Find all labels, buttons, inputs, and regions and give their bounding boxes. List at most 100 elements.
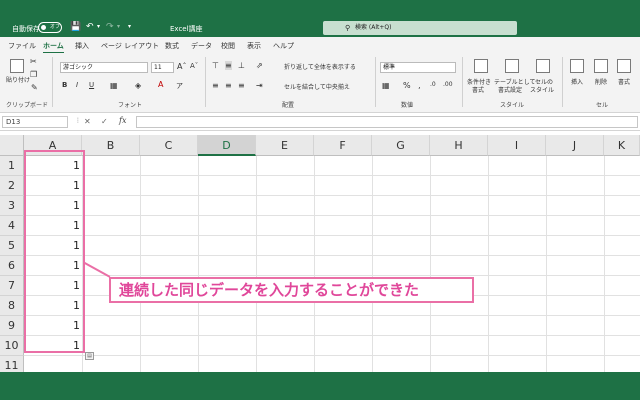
underline-icon[interactable]: U bbox=[89, 81, 94, 89]
save-icon[interactable]: 💾 bbox=[70, 21, 81, 33]
font-name-select[interactable]: 游ゴシック bbox=[60, 62, 148, 73]
column-header-g[interactable]: G bbox=[372, 135, 430, 156]
paste-icon[interactable] bbox=[10, 59, 24, 73]
grid-line bbox=[430, 156, 431, 372]
align-middle-icon[interactable]: ≡ bbox=[225, 61, 232, 70]
auto-fill-options-icon[interactable]: ▤ bbox=[85, 352, 94, 360]
align-left-icon[interactable]: ≡ bbox=[212, 81, 219, 90]
cell-styles-label-2[interactable]: スタイル bbox=[530, 85, 554, 94]
select-all-corner[interactable] bbox=[0, 135, 24, 156]
cancel-icon[interactable]: ✕ bbox=[84, 117, 91, 126]
tab-formulas[interactable]: 数式 bbox=[165, 41, 179, 51]
tab-view[interactable]: 表示 bbox=[247, 41, 261, 51]
fill-color-icon[interactable]: ◈ bbox=[135, 81, 141, 90]
format-painter-icon[interactable]: ✎ bbox=[31, 83, 38, 92]
currency-format-icon[interactable]: ▦ bbox=[382, 81, 390, 90]
increase-decimal-icon[interactable]: .0 bbox=[430, 81, 436, 88]
format-table-label-2[interactable]: 書式設定 bbox=[498, 85, 522, 94]
row-header-6[interactable]: 6 bbox=[0, 256, 24, 276]
grid-line bbox=[488, 156, 489, 372]
format-cells-icon[interactable] bbox=[617, 59, 631, 73]
row-header-7[interactable]: 7 bbox=[0, 276, 24, 296]
column-header-b[interactable]: B bbox=[82, 135, 140, 156]
name-box[interactable]: D13 bbox=[2, 116, 68, 128]
align-bottom-icon[interactable]: ⊥ bbox=[238, 61, 245, 70]
column-header-f[interactable]: F bbox=[314, 135, 372, 156]
customize-toolbar-icon[interactable]: ▾ bbox=[128, 21, 131, 33]
formula-input[interactable] bbox=[136, 116, 638, 128]
insert-cells-button[interactable]: 挿入 bbox=[571, 77, 583, 86]
decrease-font-icon[interactable]: Aˇ bbox=[190, 62, 198, 70]
column-header-k[interactable]: K bbox=[604, 135, 640, 156]
format-cells-button[interactable]: 書式 bbox=[618, 77, 630, 86]
align-top-icon[interactable]: ⊤ bbox=[212, 61, 219, 70]
orientation-icon[interactable]: ⇗ bbox=[256, 61, 263, 70]
ribbon-separator bbox=[562, 57, 563, 107]
ribbon-separator bbox=[52, 57, 53, 107]
conditional-format-icon[interactable] bbox=[474, 59, 488, 73]
cell-styles-icon[interactable] bbox=[536, 59, 550, 73]
row-header-3[interactable]: 3 bbox=[0, 196, 24, 216]
tab-page-layout[interactable]: ページ レイアウト bbox=[101, 41, 159, 51]
delete-cells-button[interactable]: 削除 bbox=[595, 77, 607, 86]
annotation-callout: 連続した同じデータを入力することができた bbox=[109, 277, 474, 303]
paste-button-label[interactable]: 貼り付け bbox=[6, 75, 30, 84]
increase-font-icon[interactable]: Aˆ bbox=[177, 62, 186, 71]
row-header-5[interactable]: 5 bbox=[0, 236, 24, 256]
copy-icon[interactable]: ❐ bbox=[30, 70, 37, 79]
number-format-select[interactable]: 標準 bbox=[380, 62, 456, 73]
tab-home[interactable]: ホーム bbox=[43, 41, 64, 54]
align-right-icon[interactable]: ≡ bbox=[238, 81, 245, 90]
percent-icon[interactable]: % bbox=[403, 81, 411, 90]
font-size-select[interactable]: 11 bbox=[151, 62, 174, 73]
tab-review[interactable]: 校閲 bbox=[221, 41, 235, 51]
insert-cells-icon[interactable] bbox=[570, 59, 584, 73]
wrap-text-button[interactable]: 折り返して全体を表示する bbox=[284, 62, 356, 71]
row-header-8[interactable]: 8 bbox=[0, 296, 24, 316]
column-header-c[interactable]: C bbox=[140, 135, 198, 156]
row-header-10[interactable]: 10 bbox=[0, 336, 24, 356]
row-header-4[interactable]: 4 bbox=[0, 216, 24, 236]
tab-file[interactable]: ファイル bbox=[8, 41, 36, 51]
indent-icon[interactable]: ⇥ bbox=[256, 81, 263, 90]
tab-help[interactable]: ヘルプ bbox=[273, 41, 294, 51]
column-header-j[interactable]: J bbox=[546, 135, 604, 156]
row-header-11[interactable]: 11 bbox=[0, 356, 24, 372]
redo-dropdown-icon[interactable]: ▾ bbox=[117, 21, 120, 33]
undo-icon[interactable]: ↶ bbox=[86, 21, 94, 33]
format-table-icon[interactable] bbox=[505, 59, 519, 73]
row-header-2[interactable]: 2 bbox=[0, 176, 24, 196]
borders-icon[interactable]: ▦ bbox=[110, 81, 118, 90]
row-header-1[interactable]: 1 bbox=[0, 156, 24, 176]
grid-line bbox=[604, 156, 605, 372]
tab-data[interactable]: データ bbox=[191, 41, 212, 51]
conditional-format-label-2[interactable]: 書式 bbox=[472, 85, 484, 94]
undo-dropdown-icon[interactable]: ▾ bbox=[97, 21, 100, 33]
align-center-icon[interactable]: ≡ bbox=[225, 81, 232, 90]
column-header-e[interactable]: E bbox=[256, 135, 314, 156]
column-header-i[interactable]: I bbox=[488, 135, 546, 156]
italic-icon[interactable]: I bbox=[76, 81, 78, 89]
insert-function-icon[interactable]: fx bbox=[119, 116, 126, 125]
merge-center-button[interactable]: セルを結合して中央揃え bbox=[284, 82, 350, 91]
comma-icon[interactable]: ‚ bbox=[418, 81, 421, 90]
cut-icon[interactable]: ✂ bbox=[30, 57, 37, 66]
grid-line bbox=[24, 195, 640, 196]
bold-icon[interactable]: B bbox=[62, 81, 67, 89]
column-header-d[interactable]: D bbox=[198, 135, 256, 156]
redo-icon[interactable]: ↷ bbox=[106, 21, 114, 33]
row-header-9[interactable]: 9 bbox=[0, 316, 24, 336]
worksheet-grid: A B C D E F G H I J K 1 2 3 4 5 6 7 8 9 … bbox=[0, 131, 640, 372]
search-box[interactable]: ⚲ 検索 (Alt+Q) bbox=[323, 21, 517, 35]
autosave-toggle[interactable]: オフ bbox=[38, 22, 62, 33]
tab-insert[interactable]: 挿入 bbox=[75, 41, 89, 51]
phonetic-icon[interactable]: ア bbox=[176, 81, 183, 91]
autosave-state: オフ bbox=[50, 24, 61, 30]
column-header-h[interactable]: H bbox=[430, 135, 488, 156]
delete-cells-icon[interactable] bbox=[594, 59, 608, 73]
font-color-icon[interactable]: A bbox=[158, 80, 163, 89]
document-title: Excel講座 bbox=[170, 25, 203, 33]
decrease-decimal-icon[interactable]: .00 bbox=[443, 81, 453, 88]
styles-group-label: スタイル bbox=[500, 102, 525, 109]
enter-icon[interactable]: ✓ bbox=[101, 117, 108, 126]
